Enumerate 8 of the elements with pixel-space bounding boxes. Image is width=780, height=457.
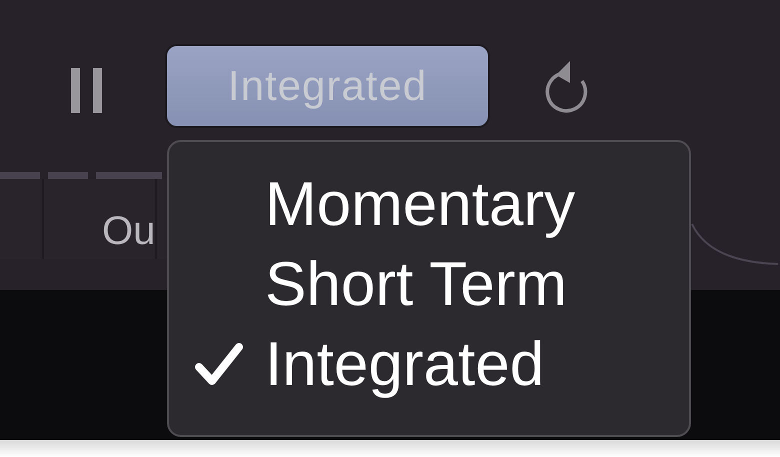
menu-item[interactable]: Integrated: [265, 328, 544, 400]
menu-item[interactable]: Short Term: [265, 248, 568, 320]
pause-icon[interactable]: [68, 68, 105, 112]
meter-segment: [96, 172, 162, 179]
menu-item[interactable]: Momentary: [265, 168, 576, 240]
meter-segment: [48, 172, 88, 179]
meter-label: Ou: [102, 209, 156, 253]
meter-segment: [0, 172, 40, 179]
